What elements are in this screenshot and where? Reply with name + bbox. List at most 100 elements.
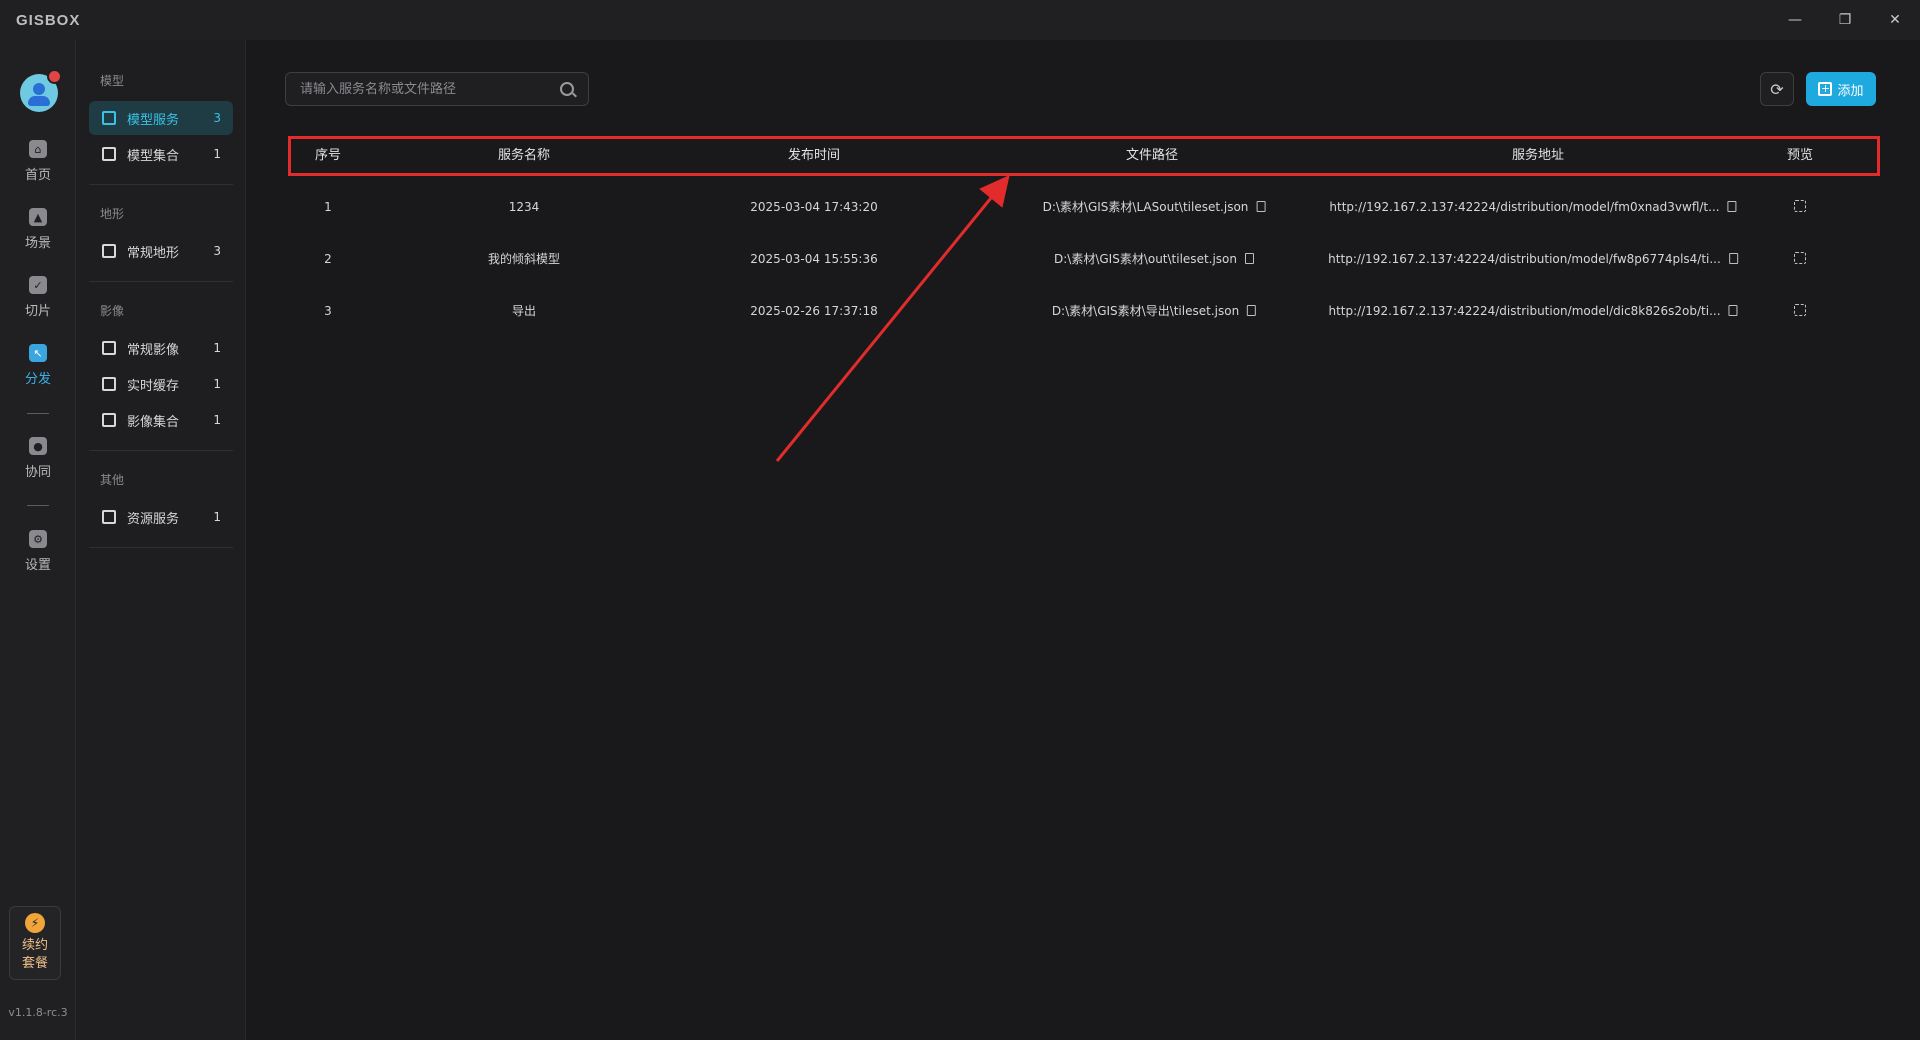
- avatar[interactable]: [20, 69, 62, 112]
- preview-icon[interactable]: [1794, 252, 1806, 264]
- column-header-index[interactable]: 序号: [315, 139, 341, 173]
- sidebar-item-realtime-cache[interactable]: 实时缓存 1: [89, 367, 233, 401]
- sidebar-divider: [89, 184, 233, 185]
- rail-item-slice[interactable]: ✓ 切片: [0, 276, 76, 332]
- terrain-icon: [102, 244, 116, 258]
- sidebar-item-model-collection[interactable]: 模型集合 1: [89, 137, 233, 171]
- service-sidebar: 模型 模型服务 3 模型集合 1 地形 常规地形 3 影像 常规影像 1 实时缓…: [76, 40, 246, 1040]
- column-header-time[interactable]: 发布时间: [788, 139, 840, 173]
- item-count: 1: [213, 341, 221, 355]
- cache-icon: [102, 377, 116, 391]
- rail-item-distribute[interactable]: ↖ 分发: [0, 344, 76, 400]
- table-row[interactable]: 2 我的倾斜模型 2025-03-04 15:55:36 D:\素材\GIS素材…: [288, 233, 1880, 285]
- sidebar-item-label: 实时缓存: [127, 378, 180, 394]
- column-header-preview[interactable]: 预览: [1787, 139, 1813, 173]
- avatar-body-icon: [28, 96, 50, 106]
- rail-item-label: 设置: [24, 558, 51, 573]
- add-button[interactable]: + 添加: [1806, 72, 1876, 106]
- notification-badge: [47, 69, 62, 84]
- renew-plan-button[interactable]: ⚡ 续约 套餐: [9, 906, 61, 980]
- sidebar-item-label: 模型集合: [127, 148, 180, 164]
- cell-path: D:\素材\GIS素材\导出\tileset.json: [1051, 285, 1257, 337]
- cell-name: 导出: [511, 304, 537, 318]
- title-bar: GISBOX — ❐ ✕: [0, 0, 1920, 40]
- version-label: v1.1.8-rc.3: [8, 1006, 68, 1019]
- preview-icon[interactable]: [1794, 304, 1806, 316]
- cell-path-text: D:\素材\GIS素材\导出\tileset.json: [1051, 304, 1240, 318]
- cell-url-text[interactable]: http://192.167.2.137:42224/distribution/…: [1329, 200, 1719, 214]
- cell-name: 1234: [508, 200, 540, 214]
- bolt-icon: ⚡: [25, 913, 45, 933]
- rail-divider: [27, 505, 49, 506]
- resource-icon: [102, 510, 116, 524]
- cell-index: 2: [324, 252, 332, 266]
- cell-time: 2025-03-04 17:43:20: [750, 200, 878, 214]
- main-content: ⟳ + 添加 序号 服务名称 发布时间 文件路径 服务地址 预览 1 1234 …: [246, 40, 1920, 1040]
- cell-index: 1: [324, 200, 332, 214]
- cell-url: http://192.167.2.137:42224/distribution/…: [1329, 181, 1737, 233]
- rail-item-label: 场景: [24, 236, 51, 251]
- rail-item-settings[interactable]: ⚙ 设置: [0, 530, 76, 586]
- avatar-head-icon: [33, 83, 45, 95]
- renew-label-line1: 续约: [21, 938, 48, 953]
- item-count: 1: [213, 413, 221, 427]
- sidebar-item-label: 常规影像: [127, 342, 180, 358]
- item-count: 3: [213, 111, 221, 125]
- search-input[interactable]: [300, 73, 550, 105]
- rail-divider: [27, 413, 49, 414]
- sidebar-item-imagery[interactable]: 常规影像 1: [89, 331, 233, 365]
- rail-item-scene[interactable]: ▲ 场景: [0, 208, 76, 264]
- copy-icon[interactable]: [1727, 201, 1737, 212]
- sidebar-item-label: 资源服务: [127, 511, 180, 527]
- cell-url-text[interactable]: http://192.167.2.137:42224/distribution/…: [1328, 304, 1720, 318]
- cell-preview: [1794, 285, 1806, 337]
- rail-item-home[interactable]: ⌂ 首页: [0, 140, 76, 196]
- column-header-url[interactable]: 服务地址: [1512, 139, 1564, 173]
- cell-path: D:\素材\GIS素材\LASout\tileset.json: [1043, 181, 1266, 233]
- cell-url-text[interactable]: http://192.167.2.137:42224/distribution/…: [1328, 252, 1721, 266]
- imagery-collection-icon: [102, 413, 116, 427]
- distribute-icon: ↖: [29, 344, 47, 362]
- search-box: [285, 72, 589, 106]
- sidebar-item-resource-service[interactable]: 资源服务 1: [89, 500, 233, 534]
- column-header-path[interactable]: 文件路径: [1126, 139, 1178, 173]
- cell-time: 2025-02-26 17:37:18: [750, 304, 878, 318]
- table-header: 序号 服务名称 发布时间 文件路径 服务地址 预览: [288, 136, 1880, 176]
- sidebar-divider: [89, 547, 233, 548]
- table-row[interactable]: 3 导出 2025-02-26 17:37:18 D:\素材\GIS素材\导出\…: [288, 285, 1880, 337]
- sidebar-item-terrain[interactable]: 常规地形 3: [89, 234, 233, 268]
- settings-icon: ⚙: [29, 530, 47, 548]
- group-title-imagery: 影像: [100, 304, 125, 318]
- restore-button[interactable]: ❐: [1820, 0, 1870, 40]
- sidebar-item-model-service[interactable]: 模型服务 3: [89, 101, 233, 135]
- sidebar-divider: [89, 450, 233, 451]
- renew-label-line2: 套餐: [21, 956, 48, 971]
- minimize-button[interactable]: —: [1770, 0, 1820, 40]
- column-header-name[interactable]: 服务名称: [498, 139, 550, 173]
- copy-icon[interactable]: [1728, 253, 1738, 264]
- table-row[interactable]: 1 1234 2025-03-04 17:43:20 D:\素材\GIS素材\L…: [288, 181, 1880, 233]
- search-icon[interactable]: [560, 82, 574, 96]
- window-controls: — ❐ ✕: [1770, 0, 1920, 40]
- nav-rail: ⌂ 首页 ▲ 场景 ✓ 切片 ↖ 分发 ● 协同 ⚙ 设置 ⚡ 续约 套餐 v1…: [0, 40, 76, 1040]
- cell-path-text: D:\素材\GIS素材\out\tileset.json: [1053, 252, 1238, 266]
- copy-icon[interactable]: [1247, 305, 1257, 316]
- copy-icon[interactable]: [1256, 201, 1266, 212]
- rail-item-label: 切片: [24, 304, 51, 319]
- rail-item-label: 分发: [24, 372, 51, 387]
- sidebar-item-label: 影像集合: [127, 414, 180, 430]
- refresh-button[interactable]: ⟳: [1760, 72, 1794, 106]
- home-icon: ⌂: [29, 140, 47, 158]
- close-button[interactable]: ✕: [1870, 0, 1920, 40]
- add-icon: +: [1818, 82, 1833, 96]
- preview-icon[interactable]: [1794, 200, 1806, 212]
- copy-icon[interactable]: [1728, 305, 1738, 316]
- group-title-model: 模型: [100, 74, 125, 88]
- sidebar-item-imagery-collection[interactable]: 影像集合 1: [89, 403, 233, 437]
- sidebar-divider: [89, 281, 233, 282]
- imagery-icon: [102, 341, 116, 355]
- rail-item-collab[interactable]: ● 协同: [0, 437, 76, 493]
- cell-url: http://192.167.2.137:42224/distribution/…: [1328, 285, 1738, 337]
- scene-icon: ▲: [29, 208, 47, 226]
- copy-icon[interactable]: [1245, 253, 1255, 264]
